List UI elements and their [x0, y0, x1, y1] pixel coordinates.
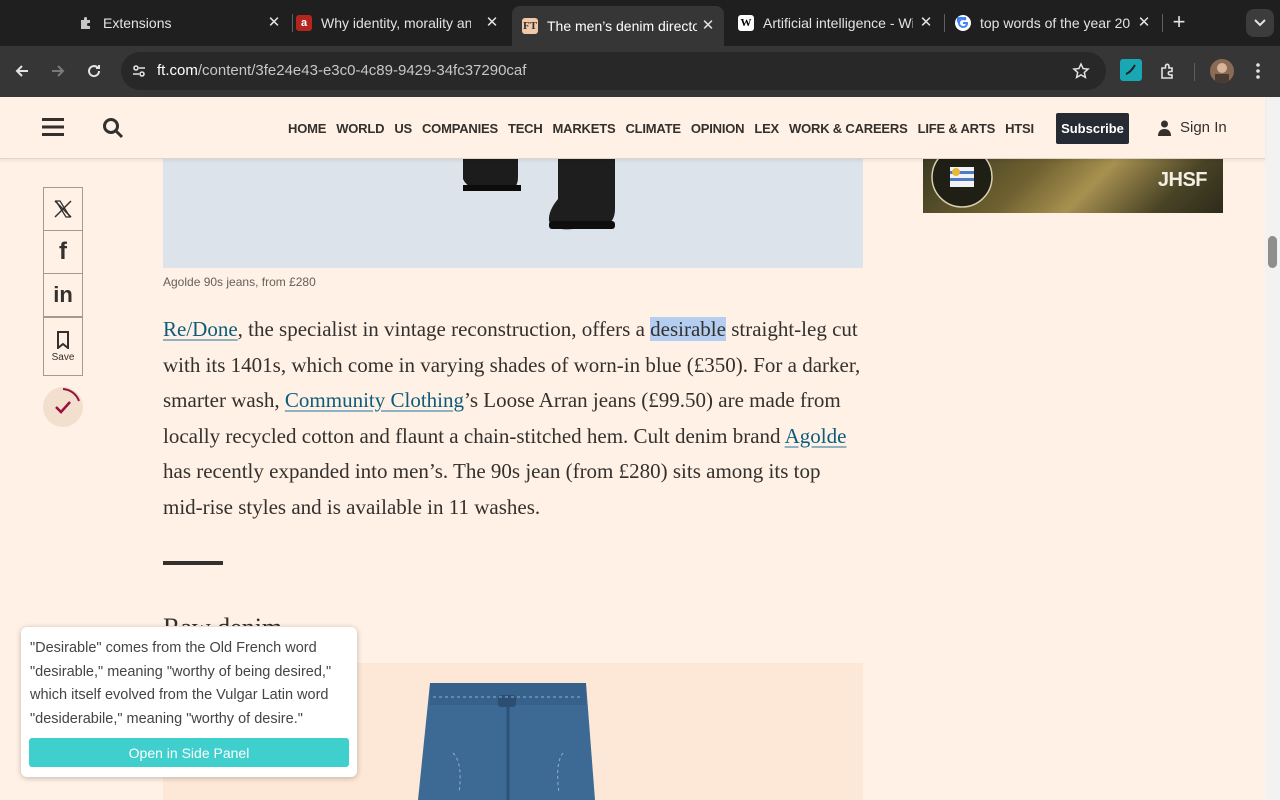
- facebook-icon: f: [59, 238, 67, 265]
- close-tab-icon[interactable]: ✕: [918, 15, 934, 31]
- extension-pen-icon[interactable]: [1120, 59, 1142, 81]
- x-logo-icon: [54, 200, 72, 218]
- hamburger-menu-icon[interactable]: [42, 118, 64, 141]
- site-settings-icon: [133, 65, 145, 77]
- tab-identity-morality[interactable]: a Why identity, morality and ✕: [296, 8, 508, 38]
- linkedin-icon: in: [53, 282, 73, 307]
- tab-extensions[interactable]: Extensions ✕: [78, 8, 290, 38]
- nav-tech[interactable]: TECH: [508, 121, 543, 136]
- chevron-down-icon: [1254, 19, 1266, 27]
- nav-climate[interactable]: CLIMATE: [625, 121, 681, 136]
- profile-avatar[interactable]: [1210, 59, 1234, 83]
- browser-toolbar: ft.com/content/3fe24e43-e3c0-4c89-9429-3…: [0, 46, 1280, 97]
- ft-favicon-icon: FT: [522, 18, 538, 34]
- subscribe-button[interactable]: Subscribe: [1056, 113, 1129, 144]
- browser-menu-icon[interactable]: [1246, 59, 1270, 83]
- google-icon: [955, 15, 971, 31]
- share-x-button[interactable]: [43, 187, 83, 231]
- tab-search-button[interactable]: [1246, 9, 1274, 37]
- save-article-button[interactable]: Save: [43, 317, 83, 376]
- close-tab-icon[interactable]: ✕: [266, 15, 282, 31]
- ft-header: HOME WORLD US COMPANIES TECH MARKETS CLI…: [0, 97, 1265, 159]
- reload-button[interactable]: [82, 59, 106, 83]
- save-label: Save: [51, 351, 75, 363]
- nav-world[interactable]: WORLD: [336, 121, 384, 136]
- nav-home[interactable]: HOME: [288, 121, 326, 136]
- tab-ft-denim[interactable]: FT The men’s denim director ✕: [512, 6, 724, 46]
- ft-main-nav: HOME WORLD US COMPANIES TECH MARKETS CLI…: [288, 121, 1044, 136]
- url-text: ft.com/content/3fe24e43-e3c0-4c89-9429-3…: [157, 62, 527, 79]
- advertisement-banner[interactable]: JHSF: [923, 159, 1223, 213]
- new-tab-button[interactable]: +: [1168, 10, 1190, 36]
- nav-companies[interactable]: COMPANIES: [422, 121, 498, 136]
- article-image-boots: [163, 159, 863, 268]
- section-subheading: Raw denim: [163, 613, 282, 626]
- tab-title: Artificial intelligence - Wik: [763, 15, 913, 31]
- search-icon[interactable]: [102, 117, 124, 144]
- back-arrow-icon: [15, 65, 28, 77]
- sign-in-link[interactable]: Sign In: [1158, 119, 1227, 136]
- definition-popup: "Desirable" comes from the Old French wo…: [21, 627, 357, 777]
- tab-title: Why identity, morality and: [321, 15, 471, 31]
- share-linkedin-button[interactable]: in: [43, 273, 83, 317]
- nav-us[interactable]: US: [394, 121, 412, 136]
- extensions-puzzle-icon[interactable]: [1156, 59, 1180, 83]
- tab-strip: Extensions ✕ a Why identity, morality an…: [0, 0, 1280, 46]
- nav-markets[interactable]: MARKETS: [553, 121, 616, 136]
- sign-in-label: Sign In: [1180, 119, 1227, 136]
- link-redone[interactable]: Re/Done: [163, 317, 238, 341]
- close-tab-icon[interactable]: ✕: [1136, 15, 1152, 31]
- section-divider: [163, 561, 223, 565]
- a-favicon-icon: a: [296, 15, 312, 31]
- tab-title: The men’s denim director: [547, 18, 697, 34]
- tab-wikipedia-ai[interactable]: W Artificial intelligence - Wik ✕: [730, 8, 942, 38]
- bookmark-star-icon: [1072, 62, 1090, 79]
- address-bar[interactable]: ft.com/content/3fe24e43-e3c0-4c89-9429-3…: [121, 52, 1106, 90]
- nav-htsi[interactable]: HTSI: [1005, 121, 1034, 136]
- link-agolde[interactable]: Agolde: [785, 424, 847, 448]
- nav-life-arts[interactable]: LIFE & ARTS: [918, 121, 996, 136]
- image-caption: Agolde 90s jeans, from £280: [163, 275, 316, 289]
- forward-arrow-icon: [52, 65, 65, 77]
- definition-text: "Desirable" comes from the Old French wo…: [30, 640, 332, 727]
- ad-brand-logo: JHSF: [1157, 169, 1208, 191]
- open-side-panel-button[interactable]: Open in Side Panel: [29, 738, 349, 767]
- selected-word: desirable: [650, 317, 726, 341]
- close-tab-icon[interactable]: ✕: [700, 18, 716, 34]
- tab-title: Extensions: [103, 15, 172, 31]
- article-paragraph: Re/Done, the specialist in vintage recon…: [163, 317, 861, 519]
- scrollbar-thumb[interactable]: [1268, 236, 1277, 268]
- wikipedia-favicon-icon: W: [738, 15, 754, 31]
- close-tab-icon[interactable]: ✕: [484, 15, 500, 31]
- tab-title: top words of the year 202: [980, 15, 1130, 31]
- link-community-clothing[interactable]: Community Clothing: [285, 388, 464, 412]
- nav-opinion[interactable]: OPINION: [691, 121, 745, 136]
- user-icon: [1158, 120, 1171, 136]
- ad-seal-logo: [931, 159, 993, 208]
- back-button[interactable]: [10, 59, 34, 83]
- reload-icon: [88, 65, 101, 78]
- share-facebook-button[interactable]: f: [43, 230, 83, 274]
- nav-work-careers[interactable]: WORK & CAREERS: [789, 121, 908, 136]
- bookmark-icon: [57, 330, 69, 349]
- reading-progress-indicator: [43, 387, 83, 427]
- forward-button[interactable]: [46, 59, 70, 83]
- nav-lex[interactable]: LEX: [754, 121, 779, 136]
- tab-google-search[interactable]: top words of the year 202 ✕: [948, 8, 1160, 38]
- page-scrollbar[interactable]: [1265, 97, 1280, 800]
- puzzle-icon: [78, 15, 94, 31]
